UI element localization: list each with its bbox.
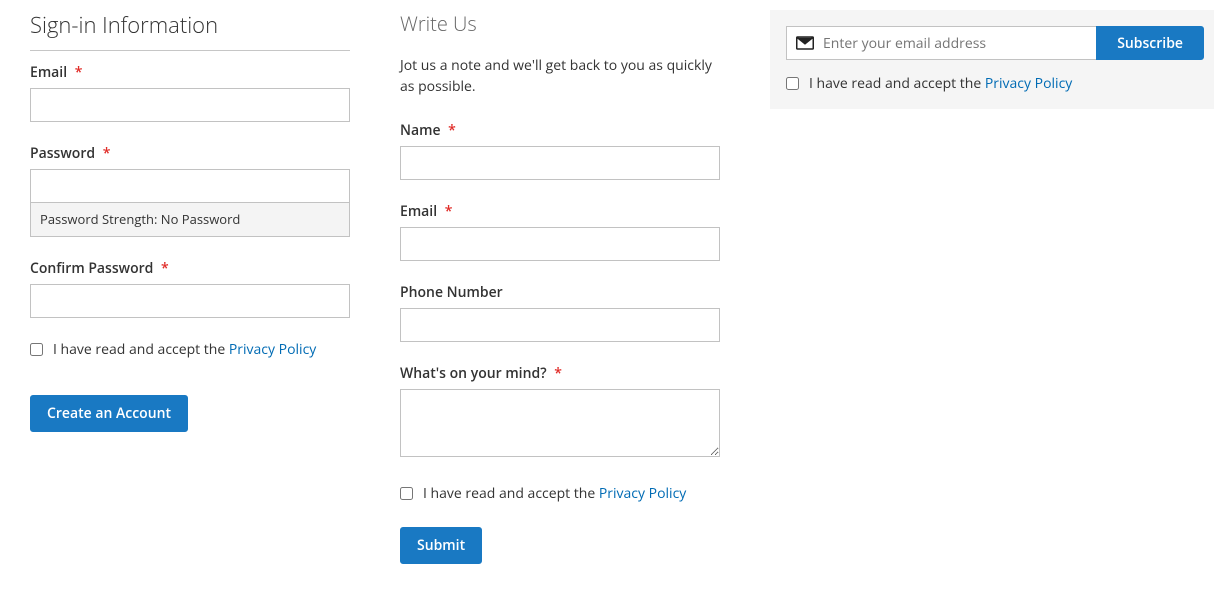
confirm-password-label-text: Confirm Password [30,259,153,278]
password-label: Password * [30,144,350,163]
signin-email-input[interactable] [30,88,350,122]
writeus-name-input[interactable] [400,146,720,180]
password-strength-meter: Password Strength: No Password [30,202,350,237]
create-account-button[interactable]: Create an Account [30,395,188,432]
writeus-email-label: Email * [400,202,720,221]
password-label-text: Password [30,144,95,163]
subscribe-button[interactable]: Subscribe [1096,26,1204,60]
newsletter-email-input[interactable] [786,26,1096,60]
password-field-group: Password * Password Strength: No Passwor… [30,144,350,237]
confirm-password-label: Confirm Password * [30,259,350,278]
writeus-email-label-text: Email [400,202,437,221]
name-label-text: Name [400,121,441,140]
required-mark: * [161,259,169,278]
newsletter-accept-text: I have read and accept the [809,74,981,93]
required-mark: * [75,63,83,82]
newsletter-section: Subscribe I have read and accept the Pri… [770,10,1214,109]
writeus-email-input[interactable] [400,227,720,261]
phone-label-text: Phone Number [400,283,503,302]
mind-label-text: What's on your mind? [400,364,547,383]
email-field-group: Email * [30,63,350,122]
newsletter-input-wrap [786,26,1096,60]
signin-privacy-row: I have read and accept the Privacy Polic… [30,340,350,359]
name-field-group: Name * [400,121,720,180]
newsletter-privacy-row: I have read and accept the Privacy Polic… [786,74,1204,93]
newsletter-row: Subscribe [786,26,1204,60]
mind-field-group: What's on your mind? * [400,364,720,462]
signin-password-input[interactable] [30,169,350,203]
email-label: Email * [30,63,350,82]
email-label-text: Email [30,63,67,82]
mind-label: What's on your mind? * [400,364,720,383]
required-mark: * [554,364,562,383]
signin-confirm-password-input[interactable] [30,284,350,318]
writeus-privacy-row: I have read and accept the Privacy Polic… [400,484,720,503]
writeus-accept-text: I have read and accept the [423,484,595,503]
writeus-title: Write Us [400,10,720,37]
writeus-privacy-checkbox[interactable] [400,487,413,500]
newsletter-privacy-link[interactable]: Privacy Policy [985,74,1072,93]
signin-accept-text: I have read and accept the [53,340,225,359]
newsletter-panel: Subscribe I have read and accept the Pri… [770,10,1214,109]
newsletter-privacy-checkbox[interactable] [786,77,799,90]
writeus-email-field-group: Email * [400,202,720,261]
signin-privacy-checkbox[interactable] [30,343,43,356]
required-mark: * [103,144,111,163]
signin-section: Sign-in Information Email * Password * P… [30,10,350,432]
submit-button[interactable]: Submit [400,527,482,564]
required-mark: * [448,121,456,140]
name-label: Name * [400,121,720,140]
writeus-privacy-link[interactable]: Privacy Policy [599,484,686,503]
writeus-intro: Jot us a note and we'll get back to you … [400,55,720,97]
phone-field-group: Phone Number [400,283,720,342]
signin-privacy-link[interactable]: Privacy Policy [229,340,316,359]
signin-title: Sign-in Information [30,10,350,51]
phone-label: Phone Number [400,283,720,302]
required-mark: * [445,202,453,221]
pw-strength-label: Password Strength: [40,210,157,228]
writeus-section: Write Us Jot us a note and we'll get bac… [400,10,720,564]
writeus-phone-input[interactable] [400,308,720,342]
pw-strength-value: No Password [161,210,241,228]
confirm-password-field-group: Confirm Password * [30,259,350,318]
writeus-mind-textarea[interactable] [400,389,720,457]
